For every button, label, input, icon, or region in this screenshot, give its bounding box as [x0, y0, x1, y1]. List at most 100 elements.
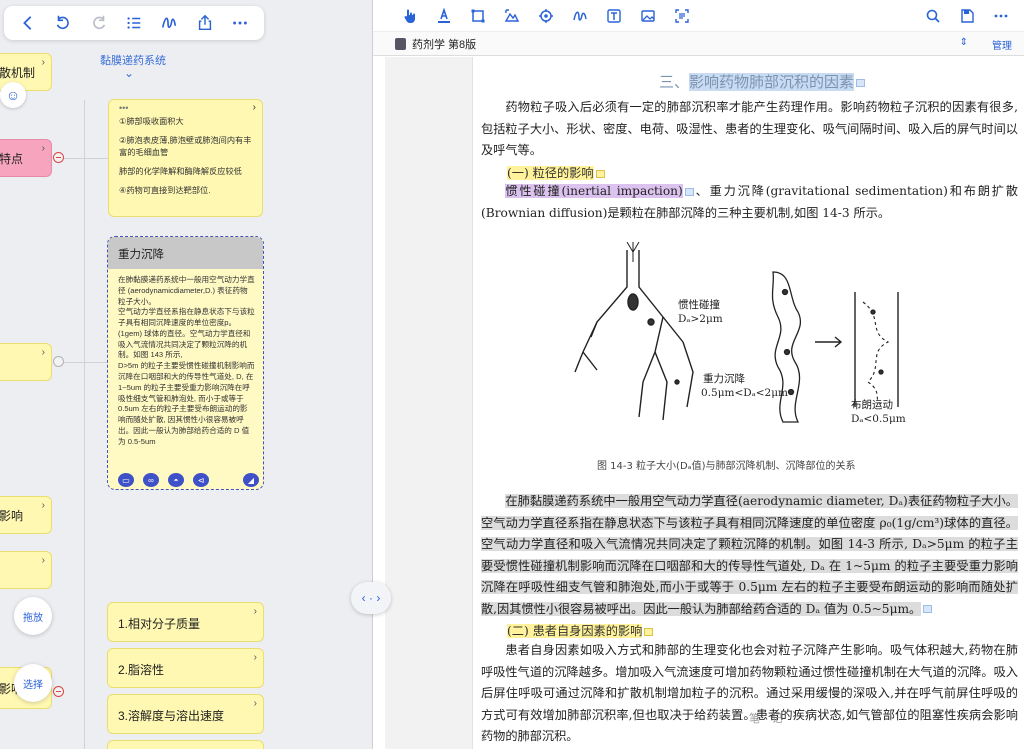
drag-mode-button[interactable]: 拖放 — [14, 597, 52, 635]
section-heading[interactable]: 三、影响药物肺部沉积的因素 — [659, 71, 866, 92]
manage-button[interactable]: 管理 — [992, 37, 1012, 52]
search-icon[interactable] — [916, 3, 950, 29]
note-marker-icon[interactable] — [684, 187, 694, 196]
mindmap-pane[interactable]: 黏膜递药系统 ⌄ 散机制 › ☺ 特点 › › 影响 › › 影响 ••• › … — [0, 0, 372, 749]
sort-icon[interactable]: ⇕ — [960, 37, 968, 48]
note-marker-icon[interactable] — [923, 605, 933, 613]
airway-tree-drawing — [574, 242, 694, 421]
collapse-knob[interactable] — [53, 356, 64, 367]
connector-line — [64, 158, 108, 159]
note-marker-icon[interactable] — [644, 627, 654, 636]
highlight-gray[interactable]: 在肺黏膜递药系统中一般用空气动力学直径(aerodynamic diameter… — [481, 494, 1018, 616]
node-label: 1.相对分子质量 — [118, 617, 201, 631]
card-body-text[interactable]: 在肺黏膜递药系统中一般用空气动力学直径 (aerodynamicdiameter… — [108, 269, 263, 473]
section-number: 三、 — [659, 73, 690, 91]
paragraph[interactable]: 惯性碰撞(inertial impaction) 、重力沉降(gravitatio… — [481, 181, 1018, 224]
style-icon[interactable]: ◓ — [168, 473, 184, 487]
mindmap-node[interactable] — [107, 740, 264, 749]
collapse-chevron-icon[interactable]: ⌄ — [124, 66, 134, 80]
chevron-right-icon[interactable]: › — [254, 698, 257, 709]
page-margin — [385, 57, 473, 749]
link-icon[interactable]: ∞ — [143, 473, 159, 487]
subheading-highlight[interactable]: (二) 患者自身因素的影响 — [507, 624, 643, 638]
highlighter-icon[interactable] — [427, 3, 461, 29]
book-icon — [395, 37, 406, 50]
pdf-pane[interactable]: 药剂学 第8版 ⇕ 管理 三、影响药物肺部沉积的因素 药物粒子吸入后必须有一定的… — [372, 0, 1024, 749]
figure-label: 0.5μm<Dₐ<2μm — [701, 387, 789, 399]
save-icon[interactable] — [950, 3, 984, 29]
node-label: 2.脂溶性 — [118, 663, 165, 677]
split-view-handle[interactable]: ‹ · › — [351, 582, 391, 614]
outline-icon[interactable] — [121, 10, 147, 36]
node-label: 3.溶解度与溶出速度 — [118, 709, 225, 723]
hand-pointer-icon[interactable] — [393, 3, 427, 29]
mindmap-node[interactable]: › — [0, 343, 52, 381]
mindmap-node[interactable]: 2.脂溶性 › — [107, 648, 264, 688]
highlight-purple[interactable]: 惯性碰撞(inertial impaction) — [505, 184, 683, 198]
collapse-knob[interactable] — [53, 686, 64, 697]
ocr-icon[interactable] — [665, 3, 699, 29]
card-title[interactable]: 重力沉降 — [108, 237, 263, 269]
mindmap-node[interactable]: 影响 › — [0, 496, 52, 534]
pen-icon[interactable] — [563, 3, 597, 29]
card-list-item: ②肺泡表皮薄,肺泡壁或肺泡间内有丰富的毛细血管 — [119, 135, 252, 157]
card-list-item: ④药物可直接到达靶部位. — [119, 185, 211, 195]
note-marker-icon[interactable] — [595, 169, 605, 178]
back-icon[interactable] — [15, 10, 41, 36]
card-menu-dots-icon[interactable]: ••• — [119, 102, 128, 115]
chevron-right-icon[interactable]: › — [42, 347, 45, 358]
selected-note-card[interactable]: 重力沉降 在肺黏膜递药系统中一般用空气动力学直径 (aerodynamicdia… — [107, 236, 264, 490]
more-icon[interactable] — [227, 10, 253, 36]
connector-line — [64, 362, 108, 363]
notes-margin-label: 笔 记 — [749, 712, 787, 725]
chevron-right-icon[interactable]: › — [42, 500, 45, 511]
share-icon[interactable] — [192, 10, 218, 36]
subheading[interactable]: (一) 粒径的影响 — [507, 163, 605, 181]
mindmap-toolbar — [4, 6, 264, 40]
figure-label: Dₐ>2μm — [678, 313, 723, 325]
mindmap-node[interactable]: 特点 › — [0, 139, 52, 177]
figure-label: 布朗运动 — [851, 399, 893, 411]
note-marker-icon[interactable] — [856, 79, 866, 87]
branch-icon[interactable]: ⊲ — [193, 473, 209, 487]
chevron-right-icon[interactable]: › — [253, 101, 256, 116]
rectangle-select-icon[interactable] — [461, 3, 495, 29]
chevron-right-icon[interactable]: › — [42, 555, 45, 566]
document-tab-title[interactable]: 药剂学 第8版 — [412, 36, 476, 52]
paragraph-highlighted[interactable]: 在肺黏膜递药系统中一般用空气动力学直径(aerodynamic diameter… — [481, 491, 1018, 620]
document-tab-bar: 药剂学 第8版 ⇕ 管理 — [373, 32, 1024, 56]
chevron-right-icon[interactable]: › — [42, 57, 45, 68]
text-box-icon[interactable] — [597, 3, 631, 29]
mindmap-node[interactable]: 3.溶解度与溶出速度 › — [107, 694, 264, 734]
paragraph[interactable]: 药物粒子吸入后必须有一定的肺部沉积率才能产生药理作用。影响药物粒子沉积的因素有很… — [481, 97, 1018, 162]
paragraph[interactable]: 患者自身因素如吸入方式和肺部的生理变化也会对粒子沉降产生影响。吸气体积越大,药物… — [481, 640, 1018, 748]
collapse-knob[interactable] — [53, 152, 64, 163]
image-icon[interactable] — [631, 3, 665, 29]
ocr-scan-icon[interactable] — [529, 3, 563, 29]
mindmap-note-card[interactable]: ••• › ①肺部吸收面积大 ②肺泡表皮薄,肺泡壁或肺泡间内有丰富的毛细血管 肺… — [108, 99, 263, 217]
more-icon[interactable] — [984, 3, 1018, 29]
smiley-icon[interactable]: ☺ — [0, 82, 26, 108]
figure-label: Dₐ<0.5μm — [851, 413, 906, 425]
mindmap-node[interactable]: 1.相对分子质量 › — [107, 602, 264, 642]
chevron-right-icon[interactable]: › — [254, 606, 257, 617]
pdf-page[interactable]: 三、影响药物肺部沉积的因素 药物粒子吸入后必须有一定的肺部沉积率才能产生药理作用… — [473, 57, 1024, 749]
pen-icon[interactable] — [156, 10, 182, 36]
card-list-item: ①肺部吸收面积大 — [119, 117, 184, 126]
subheading[interactable]: (二) 患者自身因素的影响 — [507, 621, 654, 639]
comment-icon[interactable]: ▭ — [118, 473, 134, 487]
mindmap-node[interactable]: › — [0, 551, 52, 589]
figure-label: 惯性碰撞 — [678, 299, 720, 311]
resize-handle-icon[interactable]: ◢ — [243, 473, 259, 487]
chevron-right-icon[interactable]: › — [254, 652, 257, 663]
figure-label: 重力沉降 — [703, 373, 745, 385]
image-region-icon[interactable] — [495, 3, 529, 29]
chevron-right-icon[interactable]: › — [42, 143, 45, 154]
undo-icon[interactable] — [50, 10, 76, 36]
card-list-item: 肺部的化学降解和酶降解反应较低 — [119, 166, 242, 176]
section-title-highlight[interactable]: 影响药物肺部沉积的因素 — [689, 73, 855, 91]
redo-icon[interactable] — [86, 10, 112, 36]
subheading-highlight[interactable]: (一) 粒径的影响 — [507, 166, 594, 180]
pdf-toolbar — [373, 0, 1024, 32]
select-mode-button[interactable]: 选择 — [14, 664, 52, 702]
